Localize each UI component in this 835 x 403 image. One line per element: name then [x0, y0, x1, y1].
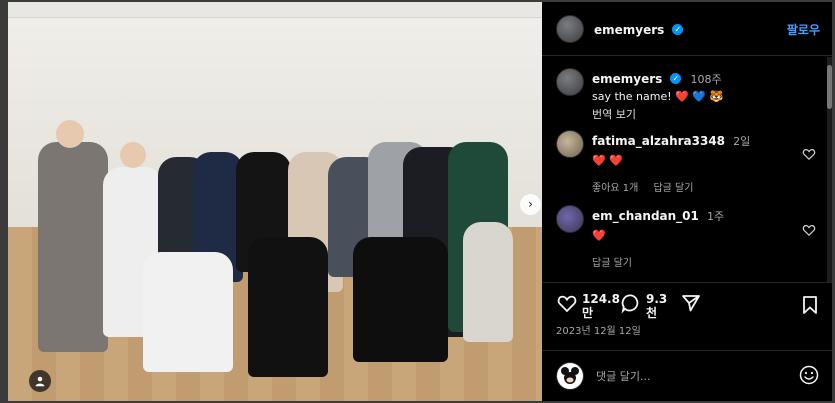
- comment-meta: 답글 달기: [592, 251, 792, 270]
- post-side-panel: ememyers ✓ 팔로우 ememyers ✓ 108주 say the n…: [542, 2, 832, 401]
- photo-ceiling: [8, 2, 542, 18]
- chevron-right-icon: ›: [528, 197, 533, 211]
- caption-age: 108주: [690, 73, 722, 86]
- comment-text: ❤️ ❤️: [592, 154, 623, 167]
- photo-person: [143, 252, 233, 372]
- comment-item: fatima_alzahra3348 2일 ❤️ ❤️ 좋아요 1개 답글 달기: [556, 130, 792, 195]
- comment-item: em_chandan_01 1주 ❤️ 답글 달기: [556, 205, 792, 270]
- comment-meta: 좋아요 1개 답글 달기: [592, 176, 792, 195]
- photo-person-head: [120, 142, 146, 168]
- author-username[interactable]: ememyers: [594, 23, 664, 37]
- comment-age: 2일: [733, 135, 751, 148]
- next-photo-button[interactable]: ›: [520, 194, 541, 215]
- comment-username[interactable]: fatima_alzahra3348: [592, 134, 725, 148]
- comment-username[interactable]: em_chandan_01: [592, 209, 699, 223]
- author-block: ememyers ✓: [594, 19, 684, 38]
- post-date: 2023년 12월 12일: [556, 326, 641, 337]
- photo-person: [353, 237, 448, 362]
- current-user-avatar: [556, 362, 584, 390]
- add-comment-bar: 댓글 달기...: [542, 350, 832, 401]
- caption-avatar[interactable]: [556, 68, 584, 96]
- comment-likes[interactable]: 좋아요 1개: [592, 183, 638, 194]
- caption-body: ememyers ✓ 108주 say the name! ❤️ 💙 🐯 번역 …: [592, 68, 812, 122]
- comment-age: 1주: [706, 210, 725, 223]
- comment-like-heart-icon[interactable]: [802, 223, 816, 237]
- photo-person: [463, 222, 513, 342]
- photo-person: [248, 237, 328, 377]
- share-icon[interactable]: [680, 292, 702, 314]
- photo-person-head: [56, 120, 84, 148]
- comment-body: fatima_alzahra3348 2일 ❤️ ❤️ 좋아요 1개 답글 달기: [592, 130, 792, 195]
- post-header: ememyers ✓ 팔로우: [542, 2, 832, 56]
- likes-count: 124.8 만: [582, 292, 620, 320]
- follow-button[interactable]: 팔로우: [787, 21, 820, 38]
- post-photo[interactable]: ›: [8, 2, 542, 401]
- verified-badge-icon: ✓: [672, 24, 684, 35]
- verified-badge-icon: ✓: [670, 73, 682, 84]
- author-avatar[interactable]: [556, 14, 584, 43]
- caption-username[interactable]: ememyers: [592, 72, 662, 86]
- comments-list[interactable]: ememyers ✓ 108주 say the name! ❤️ 💙 🐯 번역 …: [542, 57, 832, 282]
- reply-link[interactable]: 답글 달기: [653, 183, 693, 194]
- caption: ememyers ✓ 108주 say the name! ❤️ 💙 🐯 번역 …: [556, 68, 812, 122]
- reply-link[interactable]: 답글 달기: [592, 258, 632, 269]
- translate-link[interactable]: 번역 보기: [592, 106, 812, 122]
- instagram-post-modal: › ememyers ✓ 팔로우 ememyers ✓ 108주 say the…: [0, 0, 835, 403]
- comment-like-heart-icon[interactable]: [802, 147, 816, 161]
- comments-scrollbar[interactable]: [827, 57, 832, 282]
- comment-body: em_chandan_01 1주 ❤️ 답글 달기: [592, 205, 792, 270]
- user-tag-icon: [35, 376, 45, 387]
- comments-count: 9.3 천: [646, 292, 668, 320]
- comment-avatar[interactable]: [556, 130, 584, 158]
- comments-scrollbar-thumb[interactable]: [827, 65, 832, 109]
- user-tag-button[interactable]: [29, 370, 51, 392]
- caption-text: say the name! ❤️ 💙 🐯: [592, 90, 724, 103]
- comment-icon[interactable]: [620, 292, 642, 314]
- comment-input[interactable]: 댓글 달기...: [596, 368, 786, 384]
- post-actions: 124.8 만 9.3 천: [556, 292, 702, 320]
- photo-person: [38, 142, 108, 352]
- comment-avatar[interactable]: [556, 205, 584, 233]
- heart-icon[interactable]: [556, 292, 578, 314]
- emoji-icon[interactable]: [798, 364, 820, 386]
- comment-text: ❤️: [592, 229, 606, 242]
- panel-divider: [542, 282, 832, 283]
- bookmark-icon[interactable]: [800, 294, 820, 316]
- mickey-avatar-icon: [561, 367, 579, 384]
